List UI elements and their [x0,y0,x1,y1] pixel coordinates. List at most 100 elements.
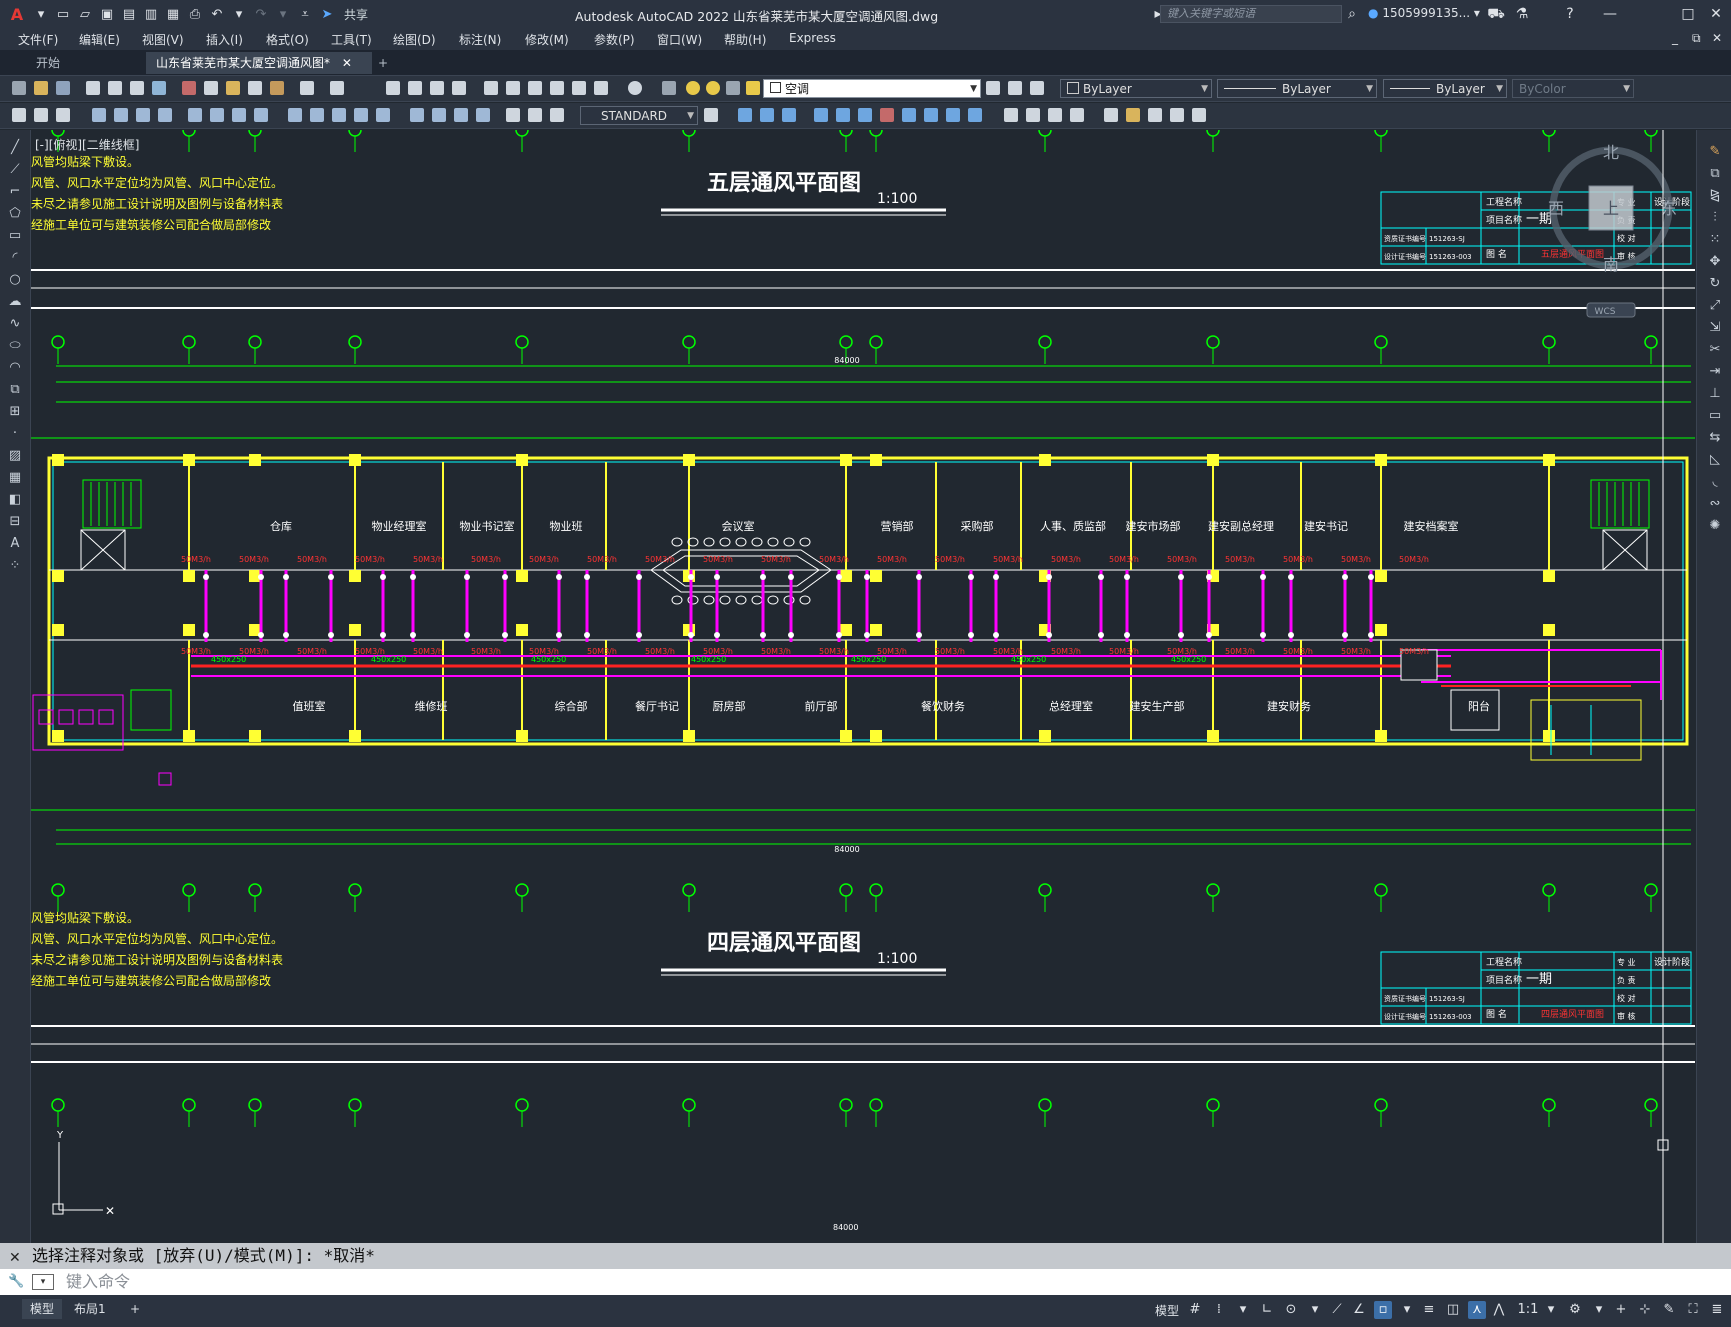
array-icon[interactable]: ⁙ [1707,232,1723,248]
ortho-icon[interactable]: ∟ [1258,1301,1276,1319]
3d-box-icon[interactable] [738,108,752,122]
explode-icon[interactable]: ✺ [1707,518,1723,534]
layer-thaw-icon[interactable] [706,81,720,95]
region-icon[interactable]: ◧ [7,492,23,508]
slice-icon[interactable] [946,108,960,122]
chamfer-icon[interactable]: ◺ [1707,452,1723,468]
dimension-update-icon[interactable] [550,108,564,122]
aligned-dimension-icon[interactable] [114,108,128,122]
open-file-icon[interactable]: ▱ [76,5,94,23]
paste-icon[interactable] [226,81,240,95]
break-point-icon[interactable]: ⊥ [1707,386,1723,402]
construction-line-icon[interactable]: ⟋ [7,162,23,178]
save-state-icon[interactable] [34,108,48,122]
line-icon[interactable]: ╱ [7,140,23,156]
blend-icon[interactable]: ∾ [1707,496,1723,512]
tab-document[interactable]: 山东省莱芜市某大厦空调通风图* ✕ [146,52,372,74]
plotstyle-dropdown[interactable]: ByColor ▼ [1512,79,1634,98]
revcloud-icon[interactable]: ☁ [7,294,23,310]
match-properties-icon[interactable] [248,81,262,95]
undo-icon[interactable]: ↶ [208,5,226,23]
help-icon[interactable]: ? [1560,4,1580,24]
arc-length-icon[interactable] [136,108,150,122]
dimension-break-icon[interactable] [376,108,390,122]
layer-lock-icon[interactable] [746,81,760,95]
share-icon[interactable]: ➤ [318,5,336,23]
dimension-space-icon[interactable] [354,108,368,122]
customize-toolbar-icon[interactable]: ⩡ [296,5,314,23]
color-dropdown[interactable]: ByLayer ▼ [1060,79,1212,98]
baseline-icon[interactable] [310,108,324,122]
model-space-toggle[interactable]: 模型 [1155,1302,1179,1319]
annotation-visibility-icon[interactable]: ⋏ [1468,1301,1486,1319]
layout-tab-model[interactable]: 模型 [22,1299,63,1319]
viewport-controls[interactable]: [-][俯视][二维线框] [35,136,139,153]
new-icon[interactable] [12,81,26,95]
ellipse-arc-icon[interactable]: ◠ [7,360,23,376]
save-as-icon[interactable]: ▤ [120,5,138,23]
command-input[interactable]: 键入命令 [0,1269,1731,1295]
make-block-icon[interactable]: ⊞ [7,404,23,420]
design-center-icon[interactable] [506,81,520,95]
make-current-layer-icon[interactable] [986,81,1000,95]
intersect-icon[interactable] [924,108,938,122]
erase-icon[interactable]: ✎ [1707,144,1723,160]
block-editor-icon[interactable] [270,81,284,95]
annotation-monitor-icon[interactable]: + [1612,1301,1630,1319]
doc-restore-icon[interactable]: ⧉ [1692,31,1701,46]
tool-palettes-icon[interactable] [528,81,542,95]
tab-new-button[interactable]: + [368,52,398,74]
break-icon[interactable]: ▭ [1707,408,1723,424]
viewcube[interactable]: 上 北 南 东 西 WCS [1548,143,1677,318]
snap-icon[interactable]: ⁞ [1210,1301,1228,1319]
menu-parametric[interactable]: 参数(P) [594,31,635,48]
layer-viewport-icon[interactable] [726,81,740,95]
jogged-icon[interactable] [210,108,224,122]
transparency-icon[interactable]: ◫ [1444,1301,1462,1319]
3d-cylinder-icon[interactable] [782,108,796,122]
multiline-text-icon[interactable]: A [7,536,23,552]
dimension-edit-icon[interactable] [506,108,520,122]
menu-insert[interactable]: 插入(I) [206,31,243,48]
insert-block-icon[interactable]: ⧉ [7,382,23,398]
inspect-icon[interactable] [454,108,468,122]
cart-icon[interactable]: ⛟ [1486,4,1506,24]
layer-state-icon[interactable] [1030,81,1044,95]
close-icon[interactable]: ✕ [1706,4,1726,24]
workspace-gear-icon[interactable]: ⚙ [1566,1301,1584,1319]
polar-icon[interactable]: ⊙ [1282,1301,1300,1319]
tab-start[interactable]: 开始 [26,52,70,74]
wcs-menu[interactable]: WCS [1595,307,1616,317]
tab-close-icon[interactable]: ✕ [342,56,352,70]
viewcube-north[interactable]: 北 [1603,143,1619,162]
trim-icon[interactable]: ✂ [1707,342,1723,358]
gradient-icon[interactable]: ▦ [7,470,23,486]
copy-icon[interactable] [204,81,218,95]
walk-icon[interactable] [1148,108,1162,122]
markup-icon[interactable] [572,81,586,95]
plot-icon[interactable]: ⎙ [186,5,204,23]
extrude-icon[interactable] [814,108,828,122]
quick-dimension-icon[interactable] [288,108,302,122]
viewcube-top-face[interactable]: 上 [1603,199,1619,218]
linetype-dropdown[interactable]: ByLayer ▼ [1217,79,1377,98]
undo-tool-icon[interactable] [300,81,314,95]
menu-dimension[interactable]: 标注(N) [459,31,501,48]
redo-icon[interactable]: ↷ [252,5,270,23]
add-layout-button[interactable]: + [122,1299,148,1319]
menu-modify[interactable]: 修改(M) [525,31,569,48]
fillet-icon[interactable]: ◟ [1707,474,1723,490]
lineweight-dropdown[interactable]: ByLayer ▼ [1383,79,1507,98]
ellipse-icon[interactable]: ⬭ [7,338,23,354]
radius-icon[interactable] [188,108,202,122]
isodraft-icon[interactable]: ⟋ [1328,1301,1346,1319]
view-iso-icon[interactable] [1070,108,1084,122]
rectangle-icon[interactable]: ▭ [7,228,23,244]
clean-screen-icon[interactable]: ⛶ [1684,1301,1702,1319]
rotate-icon[interactable]: ↻ [1707,276,1723,292]
continue-icon[interactable] [332,108,346,122]
menu-file[interactable]: 文件(F) [18,31,58,48]
save-web-icon[interactable]: ▦ [164,5,182,23]
polygon-icon[interactable]: ⬠ [7,206,23,222]
snap-dropdown-icon[interactable]: ▾ [1234,1301,1252,1319]
